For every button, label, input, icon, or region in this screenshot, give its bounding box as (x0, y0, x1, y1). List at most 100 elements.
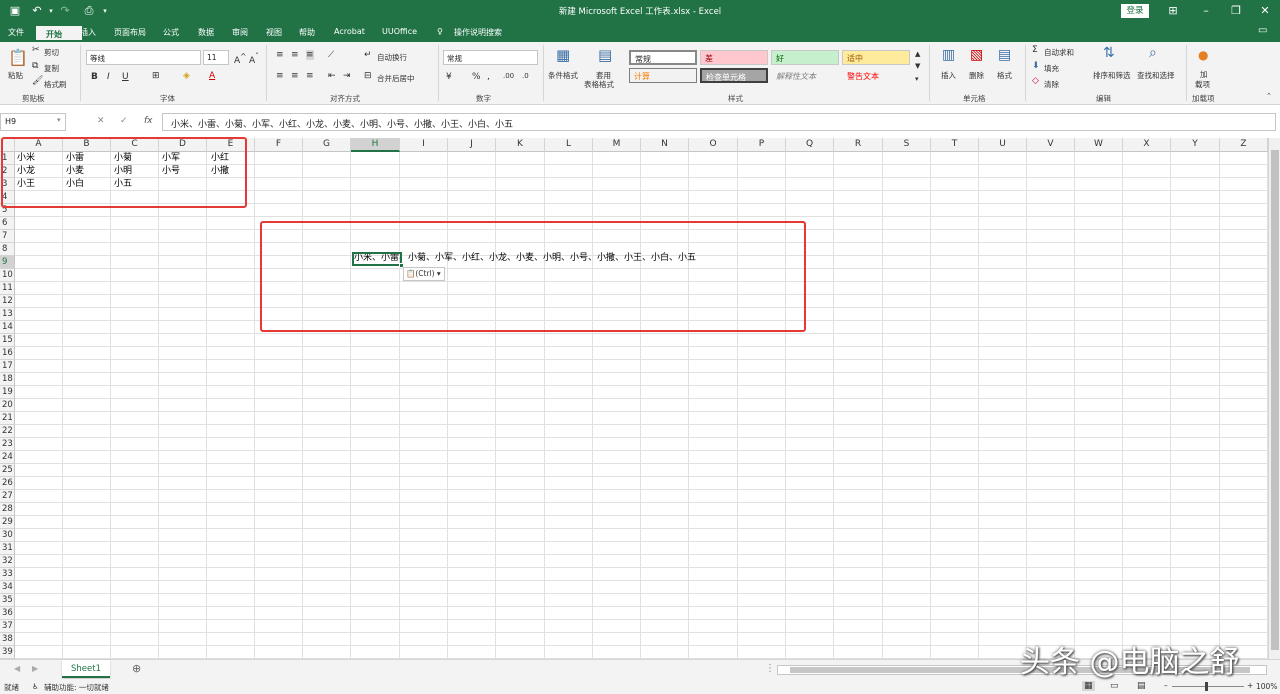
row-header-23[interactable]: 23 (0, 438, 15, 451)
row-header-18[interactable]: 18 (0, 373, 15, 386)
row-header-36[interactable]: 36 (0, 607, 15, 620)
prev-sheet-icon[interactable]: ◀ (14, 664, 20, 673)
column-header-x[interactable]: X (1123, 138, 1171, 152)
column-header-z[interactable]: Z (1220, 138, 1268, 152)
row-header-16[interactable]: 16 (0, 347, 15, 360)
style-good[interactable]: 好 (771, 50, 839, 65)
row-header-25[interactable]: 25 (0, 464, 15, 477)
row-header-35[interactable]: 35 (0, 594, 15, 607)
row-header-4[interactable]: 4 (0, 191, 15, 204)
row-header-5[interactable]: 5 (0, 204, 15, 217)
row-header-20[interactable]: 20 (0, 399, 15, 412)
column-header-e[interactable]: E (207, 138, 255, 152)
style-explanatory[interactable]: 解释性文本 (771, 68, 839, 83)
font-name-select[interactable]: 等线 (86, 50, 201, 65)
cell-d2[interactable]: 小号 (160, 165, 180, 178)
decrease-font-icon[interactable]: Aˇ (249, 52, 259, 66)
zoom-in-icon[interactable]: + (1247, 681, 1253, 690)
tab-file[interactable]: 文件 (8, 27, 24, 38)
column-header-q[interactable]: Q (786, 138, 834, 152)
conditional-format-icon[interactable]: ▦ (556, 46, 570, 64)
worksheet-grid[interactable]: ABCDEFGHIJKLMNOPQRSTUVWXYZ 1 2 3 4 5 6 7 8 9 10 11… (0, 138, 1268, 659)
tab-insert[interactable]: 插入 (80, 27, 96, 38)
font-size-select[interactable]: 11 (203, 50, 229, 65)
row-header-28[interactable]: 28 (0, 503, 15, 516)
merge-center-button[interactable]: 合并后居中 (377, 73, 415, 84)
tab-view[interactable]: 视图 (266, 27, 282, 38)
insert-cells-button[interactable]: 插入 (941, 70, 956, 81)
tab-formulas[interactable]: 公式 (163, 27, 179, 38)
normal-view-icon[interactable]: ▦ (1082, 681, 1095, 691)
accessibility-status[interactable]: 辅助功能: 一切就绪 (44, 682, 109, 693)
row-header-32[interactable]: 32 (0, 555, 15, 568)
column-header-h[interactable]: H (351, 138, 400, 152)
align-left-icon[interactable]: ≡ (276, 71, 284, 81)
row-header-26[interactable]: 26 (0, 477, 15, 490)
row-header-11[interactable]: 11 (0, 282, 15, 295)
cell-e2[interactable]: 小撒 (209, 165, 229, 178)
format-as-table-icon[interactable]: ▤ (598, 46, 612, 64)
zoom-level[interactable]: 100% (1256, 682, 1277, 691)
addins-icon[interactable]: ● (1198, 48, 1208, 62)
next-sheet-icon[interactable]: ▶ (32, 664, 38, 673)
increase-decimal-icon[interactable]: .00 (503, 72, 514, 80)
column-header-v[interactable]: V (1027, 138, 1075, 152)
row-header-38[interactable]: 38 (0, 633, 15, 646)
row-header-13[interactable]: 13 (0, 308, 15, 321)
underline-icon[interactable]: U (122, 72, 129, 82)
orientation-icon[interactable]: ⟋ (328, 50, 334, 60)
format-cells-button[interactable]: 格式 (997, 70, 1012, 81)
minimize-icon[interactable]: – (1199, 4, 1213, 18)
row-header-34[interactable]: 34 (0, 581, 15, 594)
cell-c2[interactable]: 小明 (112, 165, 132, 178)
align-center-icon[interactable]: ≡ (291, 71, 299, 81)
column-header-i[interactable]: I (400, 138, 448, 152)
align-bottom-icon[interactable]: ≡ (306, 50, 314, 60)
format-painter-icon[interactable]: 🖌 (32, 76, 43, 86)
ribbon-display-icon[interactable]: ⊞ (1166, 4, 1180, 18)
wrap-text-button[interactable]: 自动换行 (377, 52, 407, 63)
cell-a2[interactable]: 小龙 (15, 165, 35, 178)
row-header-1[interactable]: 1 (0, 152, 15, 165)
column-header-m[interactable]: M (593, 138, 641, 152)
tab-acrobat[interactable]: Acrobat (334, 27, 365, 36)
align-top-icon[interactable]: ≡ (276, 50, 284, 60)
percent-icon[interactable]: % (472, 72, 481, 82)
column-header-b[interactable]: B (63, 138, 111, 152)
page-layout-view-icon[interactable]: ▭ (1110, 681, 1119, 691)
cell-a3[interactable]: 小王 (15, 178, 35, 191)
column-header-j[interactable]: J (448, 138, 496, 152)
delete-cells-button[interactable]: 删除 (969, 70, 984, 81)
insert-cells-icon[interactable]: ▥ (942, 47, 955, 63)
zoom-slider[interactable] (1172, 686, 1244, 687)
sort-filter-icon[interactable]: ⇅ (1103, 45, 1115, 61)
style-warning[interactable]: 警告文本 (842, 68, 910, 83)
row-header-3[interactable]: 3 (0, 178, 15, 191)
row-header-12[interactable]: 12 (0, 295, 15, 308)
italic-icon[interactable]: I (107, 72, 110, 82)
accounting-format-icon[interactable]: ¥ (446, 72, 452, 82)
row-header-10[interactable]: 10 (0, 269, 15, 282)
border-icon[interactable]: ⊞ (152, 71, 160, 81)
style-bad[interactable]: 差 (700, 50, 768, 65)
column-header-g[interactable]: G (303, 138, 351, 152)
row-header-27[interactable]: 27 (0, 490, 15, 503)
row-header-30[interactable]: 30 (0, 529, 15, 542)
delete-cells-icon[interactable]: ▧ (970, 47, 983, 63)
sort-filter-button[interactable]: 排序和筛选 (1093, 70, 1131, 81)
column-header-o[interactable]: O (689, 138, 738, 152)
tab-page-layout[interactable]: 页面布局 (114, 27, 146, 38)
autosum-button[interactable]: 自动求和 (1044, 47, 1074, 58)
find-select-button[interactable]: 查找和选择 (1137, 70, 1175, 81)
cell-c3[interactable]: 小五 (112, 178, 132, 191)
row-header-22[interactable]: 22 (0, 425, 15, 438)
cell-d1[interactable]: 小军 (160, 152, 180, 165)
restore-icon[interactable]: ❐ (1229, 4, 1243, 18)
column-header-s[interactable]: S (883, 138, 931, 152)
indent-increase-icon[interactable]: ⇥ (343, 71, 351, 81)
cell-b3[interactable]: 小白 (64, 178, 84, 191)
copy-icon[interactable]: ⧉ (32, 61, 38, 71)
row-header-14[interactable]: 14 (0, 321, 15, 334)
style-check-cell[interactable]: 检查单元格 (700, 68, 768, 83)
row-header-17[interactable]: 17 (0, 360, 15, 373)
